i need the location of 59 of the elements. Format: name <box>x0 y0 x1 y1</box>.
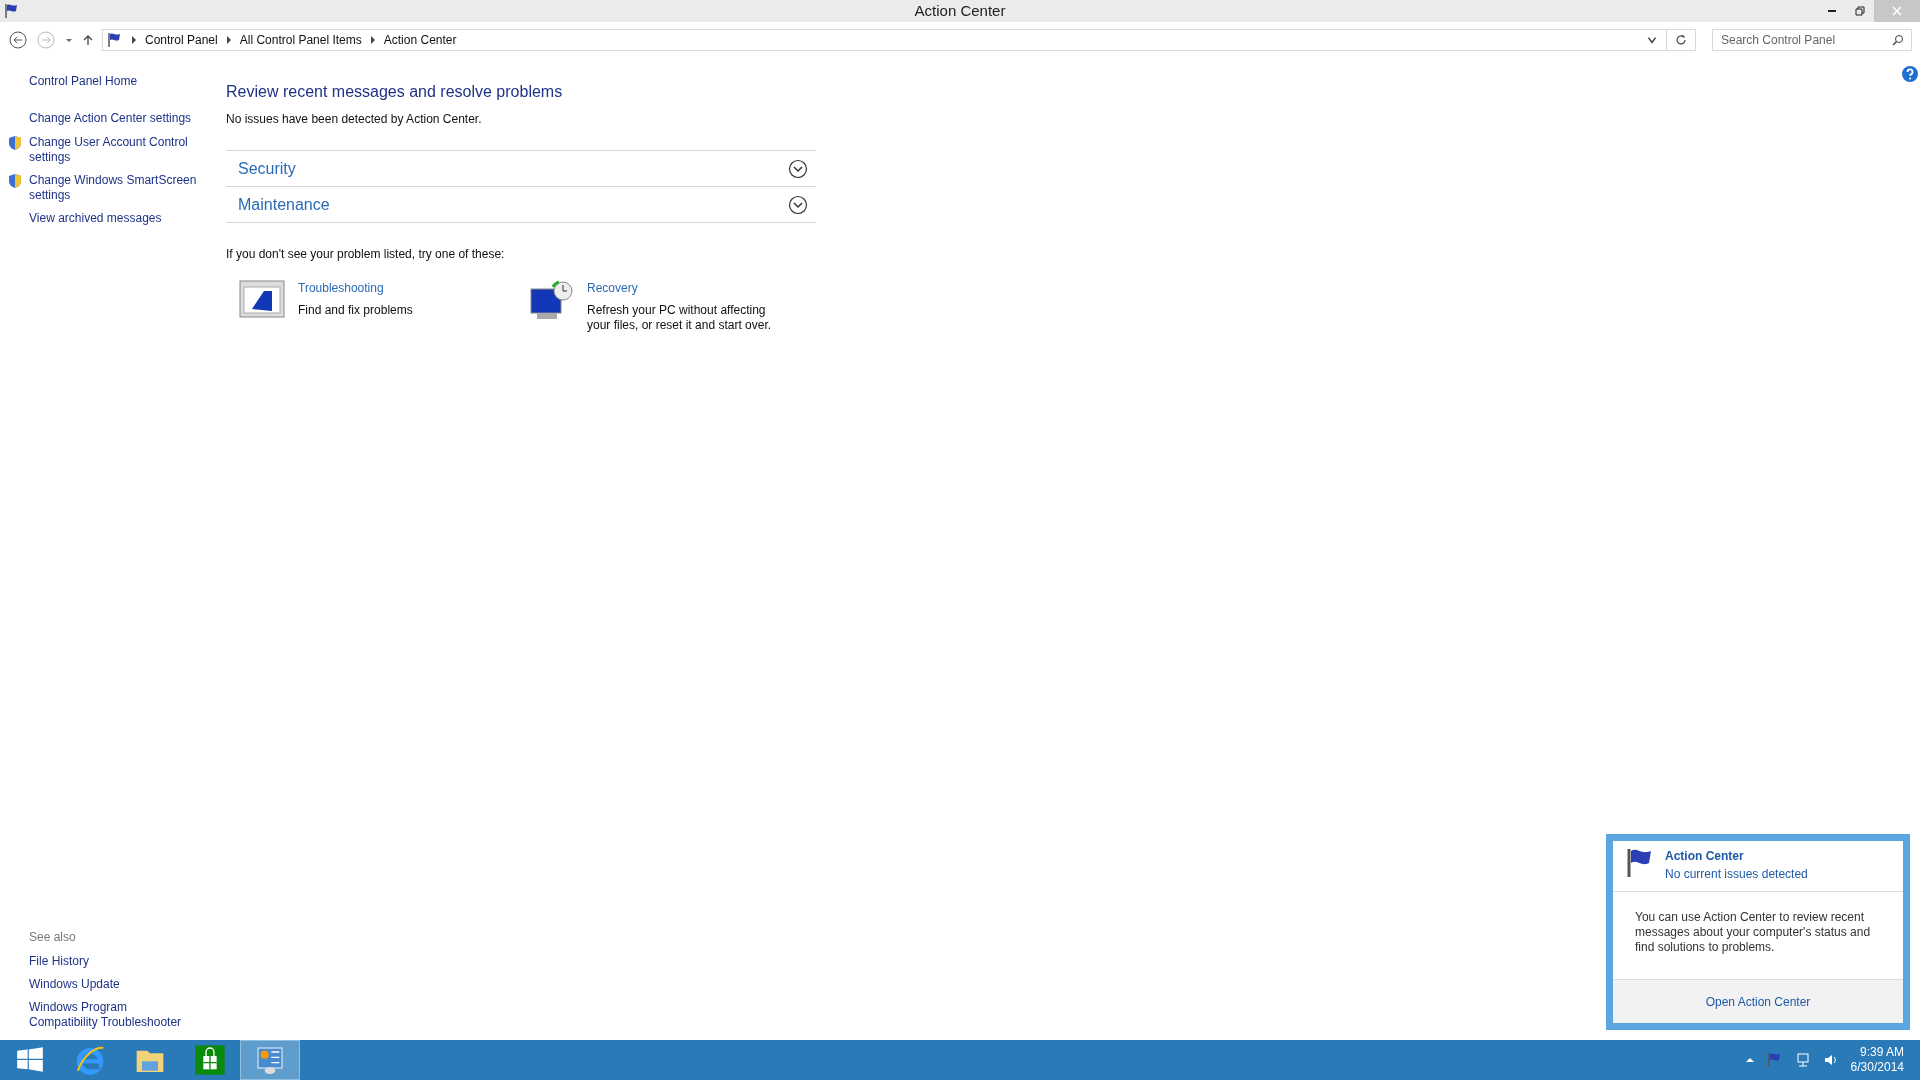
status-text: No issues have been detected by Action Center. <box>226 111 483 128</box>
close-icon <box>1892 6 1902 16</box>
back-icon[interactable] <box>8 30 28 50</box>
window-title: Action Center <box>914 0 1006 21</box>
breadcrumb-arrow-icon[interactable] <box>369 36 376 44</box>
flag-icon <box>107 32 123 48</box>
sidebar-link[interactable]: Change Windows SmartScreen settings <box>29 173 216 203</box>
chevron-icon[interactable] <box>788 158 808 179</box>
tool-description: Refresh your PC without affecting your files, or reset it and start over. <box>587 303 773 333</box>
page-heading: Review recent messages and resolve problems <box>226 82 564 102</box>
breadcrumb[interactable]: Action Center <box>383 31 457 49</box>
address-bar[interactable]: Control Panel All Control Panel Items Action Center <box>102 29 1696 51</box>
network-icon[interactable] <box>1794 1052 1811 1068</box>
control-panel-icon <box>254 1044 286 1076</box>
shield-icon <box>7 173 23 189</box>
shopping-bag-icon <box>194 1044 226 1076</box>
flyout-title: Action Center <box>1665 848 1745 865</box>
sidebar-link[interactable]: Control Panel Home <box>29 74 216 89</box>
refresh-icon[interactable] <box>1675 34 1687 46</box>
breadcrumb-arrow-icon[interactable] <box>131 36 137 44</box>
chevron-icon[interactable] <box>788 194 808 215</box>
flag-icon <box>1766 1052 1783 1068</box>
section-title: Maintenance <box>238 194 330 215</box>
section-header[interactable]: Security <box>226 151 816 187</box>
search-field[interactable]: Search Control Panel <box>1712 29 1912 51</box>
windows-logo-icon <box>16 1046 44 1074</box>
section-header[interactable]: Maintenance <box>226 187 816 223</box>
breadcrumb-arrow-icon[interactable] <box>225 36 232 44</box>
breadcrumb[interactable]: All Control Panel Items <box>239 31 362 49</box>
tool-link[interactable]: Recovery <box>587 279 777 297</box>
sidebar-link[interactable]: Windows Update <box>29 977 199 992</box>
up-arrow-icon[interactable] <box>82 34 94 46</box>
taskbar-button[interactable] <box>240 1040 300 1080</box>
section-title: Security <box>238 158 296 179</box>
speaker-icon[interactable] <box>1822 1052 1839 1068</box>
sidebar-link[interactable]: File History <box>29 954 199 969</box>
sidebar-link[interactable]: Change User Account Control settings <box>29 135 216 165</box>
minimize-icon <box>1827 10 1837 12</box>
section-heading: See also <box>29 929 77 946</box>
hint-text: If you don't see your problem listed, try one of these: <box>226 246 506 263</box>
monitor-icon <box>238 279 286 319</box>
sidebar-link[interactable]: View archived messages <box>29 211 162 226</box>
open-action-center-link[interactable]: Open Action Center <box>1613 979 1903 1023</box>
restore-icon <box>1855 6 1865 16</box>
flyout-subtitle: No current issues detected <box>1665 866 1808 883</box>
sidebar-link[interactable]: Change Action Center settings <box>29 111 192 126</box>
sidebar-link[interactable]: Windows Program Compatibility Troubleshooter <box>29 1000 199 1030</box>
help-icon[interactable] <box>1902 66 1918 82</box>
browser-e-icon <box>74 1044 106 1076</box>
flyout-message: You can use Action Center to review recent messages about your computer's status and find solutions to problems. <box>1634 909 1872 956</box>
clock-time[interactable]: 9:39 AM <box>1859 1045 1904 1060</box>
tool-description: Find and fix problems <box>298 303 414 318</box>
show-hidden-icons-icon[interactable] <box>1744 1055 1755 1065</box>
tool-link[interactable]: Troubleshooting <box>298 279 488 297</box>
breadcrumb[interactable]: Control Panel <box>145 31 218 49</box>
flag-icon <box>4 3 20 19</box>
search-icon <box>1892 34 1904 46</box>
clock-date[interactable]: 6/30/2014 <box>1850 1060 1904 1075</box>
shield-icon <box>7 135 23 151</box>
